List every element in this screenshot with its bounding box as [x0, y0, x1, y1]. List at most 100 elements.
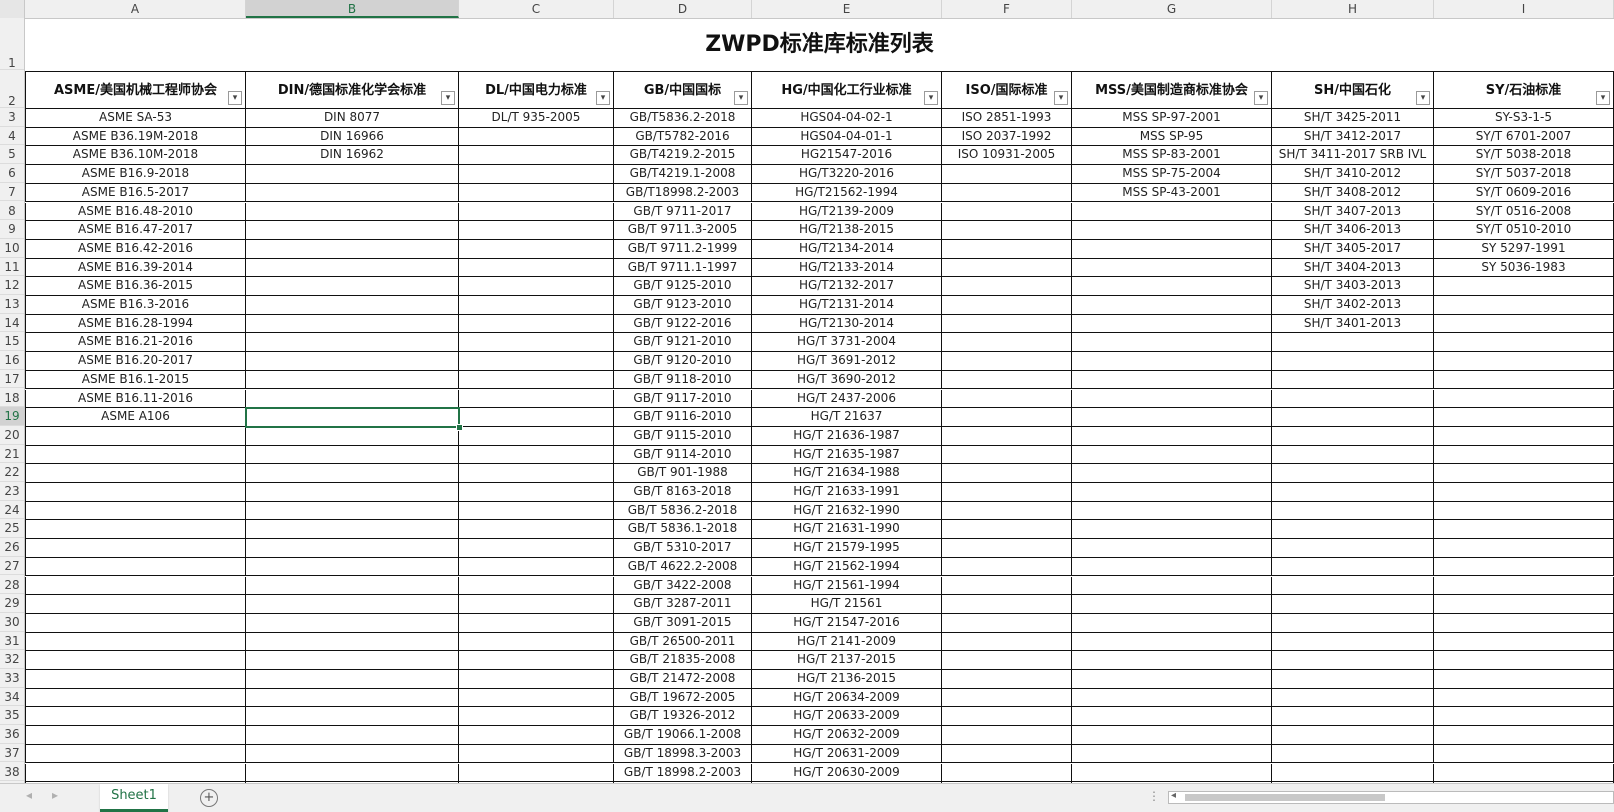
table-cell[interactable]: [1072, 651, 1272, 670]
row-header-25[interactable]: 25: [0, 519, 24, 539]
row-header-22[interactable]: 22: [0, 463, 24, 482]
filter-dropdown-icon[interactable]: ▾: [734, 91, 748, 105]
table-cell[interactable]: SY/T 0510-2010: [1434, 221, 1614, 240]
table-cell[interactable]: ASME B16.36-2015: [25, 277, 246, 296]
table-cell[interactable]: [25, 763, 246, 783]
table-cell[interactable]: HG/T2132-2017: [752, 277, 942, 296]
table-cell[interactable]: [1434, 539, 1614, 558]
table-cell[interactable]: [459, 239, 614, 259]
table-cell[interactable]: [942, 613, 1072, 633]
table-cell[interactable]: [1434, 670, 1614, 689]
table-cell[interactable]: [25, 613, 246, 633]
row-header-30[interactable]: 30: [0, 613, 24, 632]
table-cell[interactable]: [246, 408, 459, 427]
table-cell[interactable]: [1072, 632, 1272, 652]
table-cell[interactable]: [459, 726, 614, 745]
table-cell[interactable]: ASME B16.9-2018: [25, 165, 246, 184]
filter-dropdown-icon[interactable]: ▾: [596, 91, 610, 105]
table-cell[interactable]: SY/T 0609-2016: [1434, 183, 1614, 203]
filter-dropdown-icon[interactable]: ▾: [924, 91, 938, 105]
row-header-36[interactable]: 36: [0, 725, 24, 744]
table-cell[interactable]: [459, 202, 614, 222]
column-header-g[interactable]: G: [1072, 0, 1272, 18]
row-header-18[interactable]: 18: [0, 389, 24, 408]
row-header-11[interactable]: 11: [0, 258, 24, 277]
table-cell[interactable]: SH/T 3411-2017 SRB IVL: [1272, 146, 1434, 166]
table-cell[interactable]: [25, 670, 246, 689]
table-cell[interactable]: [1434, 333, 1614, 353]
table-cell[interactable]: [942, 352, 1072, 371]
table-cell[interactable]: [1434, 352, 1614, 371]
table-cell[interactable]: [1272, 333, 1434, 353]
table-cell[interactable]: GB/T5836.2-2018: [614, 109, 752, 128]
table-cell[interactable]: HG/T 21636-1987: [752, 426, 942, 446]
row-header-37[interactable]: 37: [0, 744, 24, 763]
worksheet-grid[interactable]: ZWPD标准库标准列表 ASME/美国机械工程师协会 ▾ DIN/德国标准化学会标准…: [25, 19, 1614, 783]
table-cell[interactable]: [246, 277, 459, 296]
table-cell[interactable]: HG/T 3731-2004: [752, 333, 942, 353]
table-cell[interactable]: [1072, 258, 1272, 278]
column-header-a[interactable]: A: [25, 0, 246, 18]
table-cell[interactable]: GB/T 18998.2-2003: [614, 763, 752, 783]
table-cell[interactable]: ASME B16.20-2017: [25, 352, 246, 371]
table-cell[interactable]: [1072, 445, 1272, 465]
table-cell[interactable]: [1434, 408, 1614, 427]
table-cell[interactable]: GB/T 19672-2005: [614, 688, 752, 708]
table-cell[interactable]: [1072, 314, 1272, 334]
column-header-cell[interactable]: ISO/国际标准 ▾: [942, 71, 1072, 109]
table-cell[interactable]: [1072, 557, 1272, 577]
table-cell[interactable]: ASME B16.47-2017: [25, 221, 246, 240]
table-cell[interactable]: [942, 258, 1072, 278]
table-cell[interactable]: [246, 183, 459, 203]
table-cell[interactable]: MSS SP-75-2004: [1072, 165, 1272, 184]
table-cell[interactable]: [942, 726, 1072, 745]
table-cell[interactable]: GB/T 9711-2017: [614, 202, 752, 222]
table-cell[interactable]: MSS SP-97-2001: [1072, 109, 1272, 128]
table-cell[interactable]: [459, 576, 614, 596]
table-cell[interactable]: [459, 651, 614, 670]
table-cell[interactable]: [942, 333, 1072, 353]
table-cell[interactable]: [246, 707, 459, 727]
row-header-34[interactable]: 34: [0, 688, 24, 707]
tab-sheet1[interactable]: Sheet1: [100, 784, 168, 812]
table-cell[interactable]: [942, 632, 1072, 652]
table-cell[interactable]: GB/T 9118-2010: [614, 370, 752, 390]
table-cell[interactable]: [25, 557, 246, 577]
table-cell[interactable]: [1072, 744, 1272, 764]
table-cell[interactable]: [1434, 632, 1614, 652]
table-cell[interactable]: [246, 258, 459, 278]
table-cell[interactable]: [459, 483, 614, 502]
table-cell[interactable]: DIN 16966: [246, 127, 459, 147]
table-cell[interactable]: GB/T 9711.2-1999: [614, 239, 752, 259]
table-cell[interactable]: [246, 296, 459, 315]
scrollbar-thumb[interactable]: [1185, 794, 1385, 801]
table-cell[interactable]: [942, 483, 1072, 502]
table-cell[interactable]: SH/T 3408-2012: [1272, 183, 1434, 203]
table-cell[interactable]: [942, 408, 1072, 427]
table-cell[interactable]: [1072, 483, 1272, 502]
table-cell[interactable]: [459, 520, 614, 540]
table-cell[interactable]: [1434, 464, 1614, 483]
table-cell[interactable]: HG/T 21561: [752, 595, 942, 614]
table-cell[interactable]: [1272, 557, 1434, 577]
row-header-15[interactable]: 15: [0, 332, 24, 352]
row-header-8[interactable]: 8: [0, 202, 24, 221]
table-cell[interactable]: [1272, 595, 1434, 614]
table-cell[interactable]: [25, 483, 246, 502]
table-cell[interactable]: [459, 183, 614, 203]
column-header-d[interactable]: D: [614, 0, 752, 18]
table-cell[interactable]: SH/T 3407-2013: [1272, 202, 1434, 222]
table-cell[interactable]: GB/T4219.2-2015: [614, 146, 752, 166]
table-cell[interactable]: [246, 632, 459, 652]
table-cell[interactable]: [459, 165, 614, 184]
table-cell[interactable]: GB/T 9123-2010: [614, 296, 752, 315]
table-cell[interactable]: [459, 314, 614, 334]
table-cell[interactable]: ISO 2037-1992: [942, 127, 1072, 147]
table-cell[interactable]: [942, 595, 1072, 614]
table-cell[interactable]: [246, 613, 459, 633]
table-cell[interactable]: MSS SP-95: [1072, 127, 1272, 147]
column-header-cell[interactable]: SY/石油标准 ▾: [1434, 71, 1614, 109]
table-cell[interactable]: [246, 389, 459, 409]
table-cell[interactable]: [1272, 370, 1434, 390]
table-cell[interactable]: [246, 520, 459, 540]
